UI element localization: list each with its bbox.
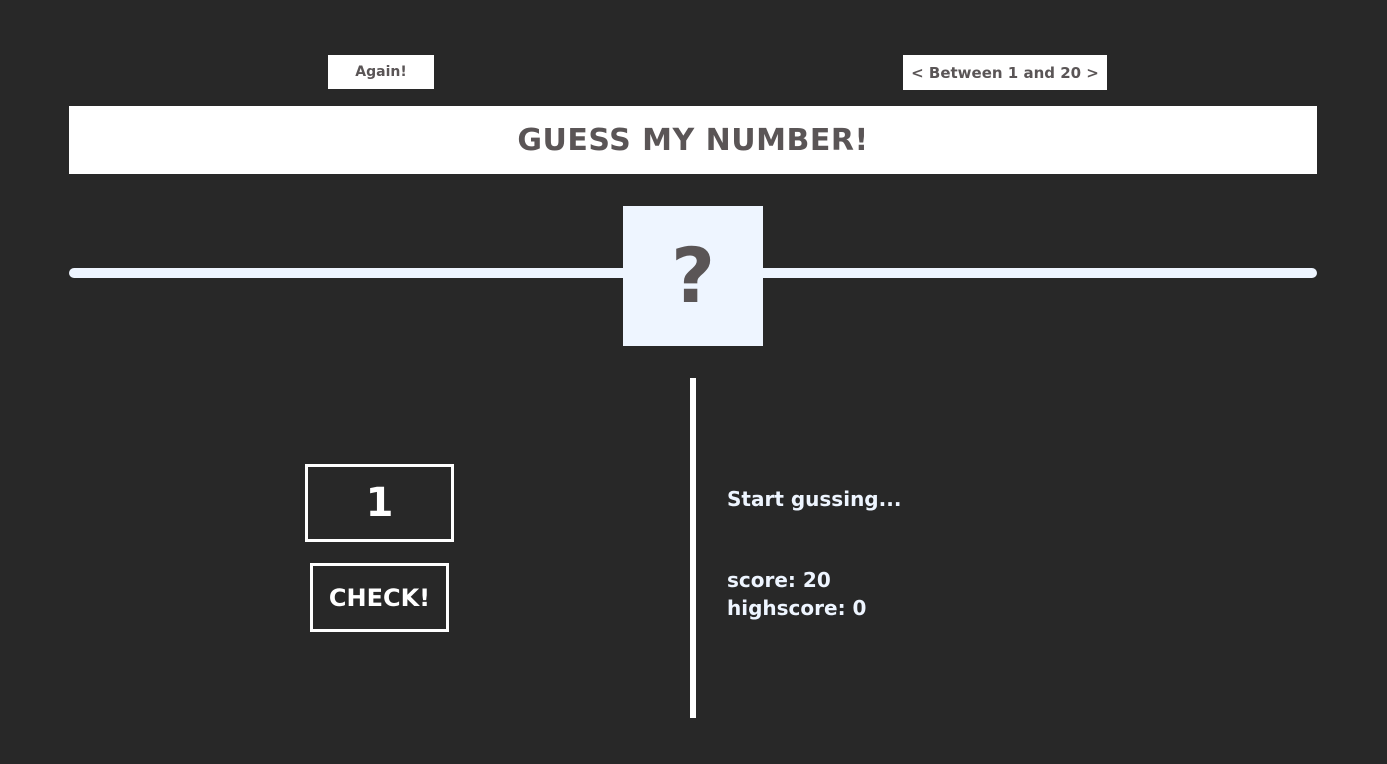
highscore-display: highscore: 0 xyxy=(727,596,866,620)
score-label: score: xyxy=(727,568,796,592)
secret-number: ? xyxy=(670,231,716,320)
vertical-divider xyxy=(690,378,696,718)
highscore-value: 0 xyxy=(852,596,867,620)
page-title: GUESS MY NUMBER! xyxy=(517,122,869,158)
score-value: 20 xyxy=(802,568,831,592)
guess-input[interactable] xyxy=(305,464,454,542)
again-button[interactable]: Again! xyxy=(328,55,434,89)
highscore-label: highscore: xyxy=(727,596,846,620)
check-button[interactable]: CHECK! xyxy=(310,563,449,632)
title-bar: GUESS MY NUMBER! xyxy=(69,106,1317,174)
score-display: score: 20 xyxy=(727,568,831,592)
range-label: < Between 1 and 20 > xyxy=(903,55,1107,90)
game-stage: Again! < Between 1 and 20 > GUESS MY NUM… xyxy=(0,0,1387,764)
status-message: Start gussing... xyxy=(727,487,902,511)
secret-number-box: ? xyxy=(623,206,763,346)
